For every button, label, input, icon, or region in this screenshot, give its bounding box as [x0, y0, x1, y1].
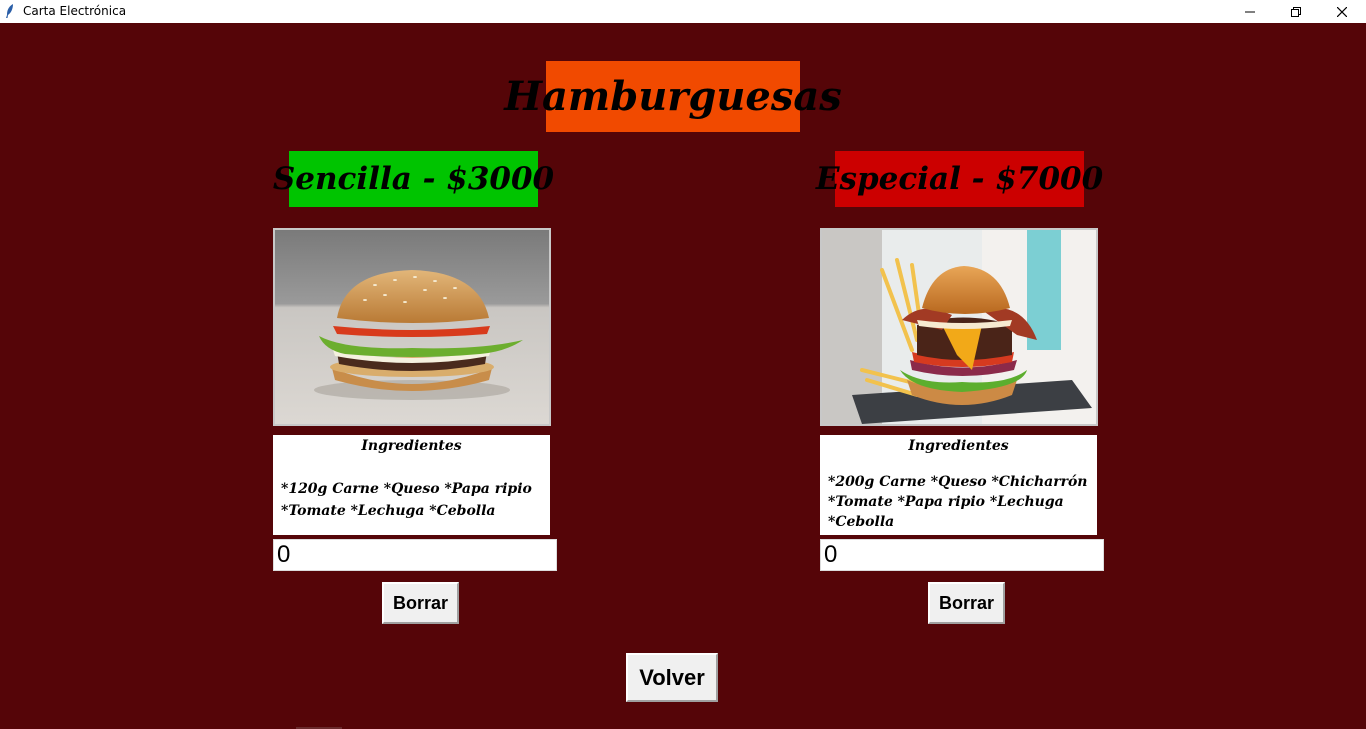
maximize-button[interactable] [1273, 0, 1319, 23]
minimize-button[interactable] [1227, 0, 1273, 23]
maximize-icon [1291, 6, 1301, 17]
feather-icon [5, 4, 15, 18]
ingredients-box-especial: Ingredientes *200g Carne *Queso *Chichar… [820, 435, 1097, 535]
ingredients-label: Ingredientes [361, 438, 462, 454]
burger-simple-photo [273, 228, 551, 426]
ingredients-text: *200g Carne *Queso *Chicharrón *Tomate *… [828, 474, 1088, 530]
page-title: Hamburguesas [504, 61, 842, 132]
ingredients-text: *120g Carne *Queso *Papa ripio *Tomate *… [281, 481, 532, 519]
item-title-especial: Especial - $7000 [816, 151, 1103, 207]
clear-button-sencilla[interactable]: Borrar [382, 582, 459, 624]
close-icon [1337, 6, 1347, 17]
close-button[interactable] [1319, 0, 1365, 23]
back-button[interactable]: Volver [626, 653, 718, 702]
clear-button-especial[interactable]: Borrar [928, 582, 1005, 624]
item-title-sencilla: Sencilla - $3000 [273, 151, 554, 207]
quantity-input-especial[interactable] [820, 539, 1104, 571]
quantity-input-sencilla[interactable] [273, 539, 557, 571]
burger-special-photo [820, 228, 1098, 426]
window-titlebar: Carta Electrónica [0, 0, 1366, 23]
minimize-icon [1245, 7, 1255, 17]
ingredients-box-sencilla: Ingredientes *120g Carne *Queso *Papa ri… [273, 435, 550, 535]
window-title: Carta Electrónica [23, 4, 127, 18]
ingredients-label: Ingredientes [908, 438, 1009, 454]
